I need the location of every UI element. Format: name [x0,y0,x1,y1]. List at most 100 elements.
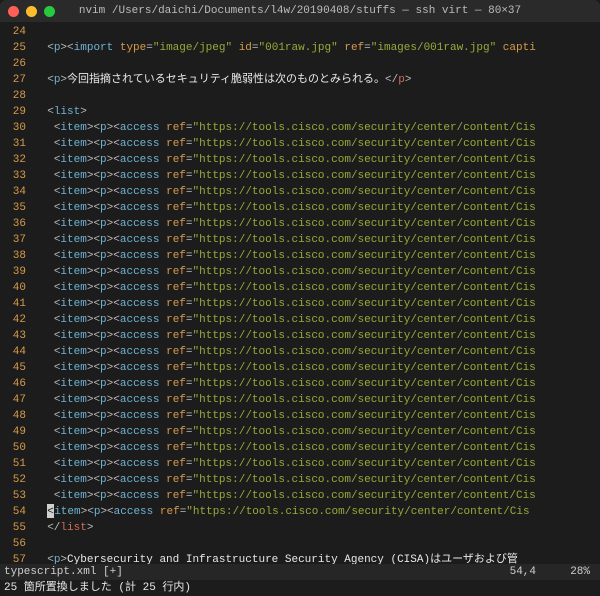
code-line[interactable]: 56 [0,536,600,552]
code-line[interactable]: 28 [0,88,600,104]
code-line[interactable]: 27 <p>今回指摘されているセキュリティ脆弱性は次のものとみられる。</p> [0,72,600,88]
code-line[interactable]: 38 <item><p><access ref="https://tools.c… [0,248,600,264]
line-content: <item><p><access ref="https://tools.cisc… [34,296,600,312]
line-content: <item><p><access ref="https://tools.cisc… [34,152,600,168]
line-content: <item><p><access ref="https://tools.cisc… [34,264,600,280]
code-line[interactable]: 24 [0,24,600,40]
line-content: <item><p><access ref="https://tools.cisc… [34,280,600,296]
line-number: 52 [0,472,34,488]
code-line[interactable]: 54 <item><p><access ref="https://tools.c… [0,504,600,520]
status-area: typescript.xml [+] 54,4 28% 25 箇所置換しました … [0,564,600,596]
editor-area[interactable]: 2425 <p><import type="image/jpeg" id="00… [0,22,600,564]
line-number: 30 [0,120,34,136]
code-line[interactable]: 51 <item><p><access ref="https://tools.c… [0,456,600,472]
line-content: <item><p><access ref="https://tools.cisc… [34,312,600,328]
line-content: <item><p><access ref="https://tools.cisc… [34,344,600,360]
line-content: <item><p><access ref="https://tools.cisc… [34,376,600,392]
code-line[interactable]: 35 <item><p><access ref="https://tools.c… [0,200,600,216]
code-line[interactable]: 47 <item><p><access ref="https://tools.c… [0,392,600,408]
line-number: 38 [0,248,34,264]
code-line[interactable]: 41 <item><p><access ref="https://tools.c… [0,296,600,312]
line-number: 33 [0,168,34,184]
status-message: 25 箇所置換しました (計 25 行内) [4,580,191,596]
code-line[interactable]: 34 <item><p><access ref="https://tools.c… [0,184,600,200]
line-content: <item><p><access ref="https://tools.cisc… [34,184,600,200]
line-number: 39 [0,264,34,280]
line-content: <item><p><access ref="https://tools.cisc… [34,360,600,376]
line-content: <item><p><access ref="https://tools.cisc… [34,392,600,408]
line-number: 42 [0,312,34,328]
code-line[interactable]: 49 <item><p><access ref="https://tools.c… [0,424,600,440]
line-content: <item><p><access ref="https://tools.cisc… [34,504,600,520]
code-line[interactable]: 44 <item><p><access ref="https://tools.c… [0,344,600,360]
code-line[interactable]: 26 [0,56,600,72]
line-number: 36 [0,216,34,232]
code-line[interactable]: 36 <item><p><access ref="https://tools.c… [0,216,600,232]
code-line[interactable]: 43 <item><p><access ref="https://tools.c… [0,328,600,344]
line-content [34,88,600,104]
line-number: 28 [0,88,34,104]
code-line[interactable]: 40 <item><p><access ref="https://tools.c… [0,280,600,296]
window-controls [8,6,55,17]
line-content: <item><p><access ref="https://tools.cisc… [34,472,600,488]
code-line[interactable]: 52 <item><p><access ref="https://tools.c… [0,472,600,488]
titlebar: nvim /Users/daichi/Documents/l4w/2019040… [0,0,600,22]
line-number: 54 [0,504,34,520]
code-line[interactable]: 46 <item><p><access ref="https://tools.c… [0,376,600,392]
line-content: <item><p><access ref="https://tools.cisc… [34,136,600,152]
line-content: <item><p><access ref="https://tools.cisc… [34,456,600,472]
status-line: typescript.xml [+] 54,4 28% [0,564,600,580]
line-content: <item><p><access ref="https://tools.cisc… [34,440,600,456]
line-number: 49 [0,424,34,440]
close-icon[interactable] [8,6,19,17]
line-number: 32 [0,152,34,168]
code-line[interactable]: 55 </list> [0,520,600,536]
line-content: <item><p><access ref="https://tools.cisc… [34,328,600,344]
status-percent: 28% [570,564,590,580]
line-number: 29 [0,104,34,120]
line-number: 35 [0,200,34,216]
line-number: 31 [0,136,34,152]
status-modified: [+] [103,564,123,580]
line-number: 24 [0,24,34,40]
code-line[interactable]: 53 <item><p><access ref="https://tools.c… [0,488,600,504]
line-content: <item><p><access ref="https://tools.cisc… [34,408,600,424]
line-number: 47 [0,392,34,408]
code-line[interactable]: 29 <list> [0,104,600,120]
code-line[interactable]: 30 <item><p><access ref="https://tools.c… [0,120,600,136]
line-number: 46 [0,376,34,392]
line-content: <item><p><access ref="https://tools.cisc… [34,120,600,136]
line-content [34,24,600,40]
minimize-icon[interactable] [26,6,37,17]
line-content: <p><import type="image/jpeg" id="001raw.… [34,40,600,56]
line-content: <item><p><access ref="https://tools.cisc… [34,232,600,248]
line-number: 41 [0,296,34,312]
line-content: </list> [34,520,600,536]
code-line[interactable]: 31 <item><p><access ref="https://tools.c… [0,136,600,152]
code-line[interactable]: 42 <item><p><access ref="https://tools.c… [0,312,600,328]
code-line[interactable]: 39 <item><p><access ref="https://tools.c… [0,264,600,280]
command-line[interactable]: 25 箇所置換しました (計 25 行内) [0,580,600,596]
zoom-icon[interactable] [44,6,55,17]
code-line[interactable]: 37 <item><p><access ref="https://tools.c… [0,232,600,248]
code-line[interactable]: 33 <item><p><access ref="https://tools.c… [0,168,600,184]
line-content [34,536,600,552]
line-number: 57 [0,552,34,564]
line-content: <item><p><access ref="https://tools.cisc… [34,424,600,440]
code-line[interactable]: 57 <p>Cybersecurity and Infrastructure S… [0,552,600,564]
line-content: <item><p><access ref="https://tools.cisc… [34,168,600,184]
line-number: 25 [0,40,34,56]
line-number: 56 [0,536,34,552]
line-number: 50 [0,440,34,456]
code-line[interactable]: 32 <item><p><access ref="https://tools.c… [0,152,600,168]
code-line[interactable]: 48 <item><p><access ref="https://tools.c… [0,408,600,424]
line-content [34,56,600,72]
line-number: 34 [0,184,34,200]
code-line[interactable]: 45 <item><p><access ref="https://tools.c… [0,360,600,376]
line-number: 27 [0,72,34,88]
code-line[interactable]: 25 <p><import type="image/jpeg" id="001r… [0,40,600,56]
line-content: <list> [34,104,600,120]
line-number: 45 [0,360,34,376]
code-line[interactable]: 50 <item><p><access ref="https://tools.c… [0,440,600,456]
line-number: 37 [0,232,34,248]
